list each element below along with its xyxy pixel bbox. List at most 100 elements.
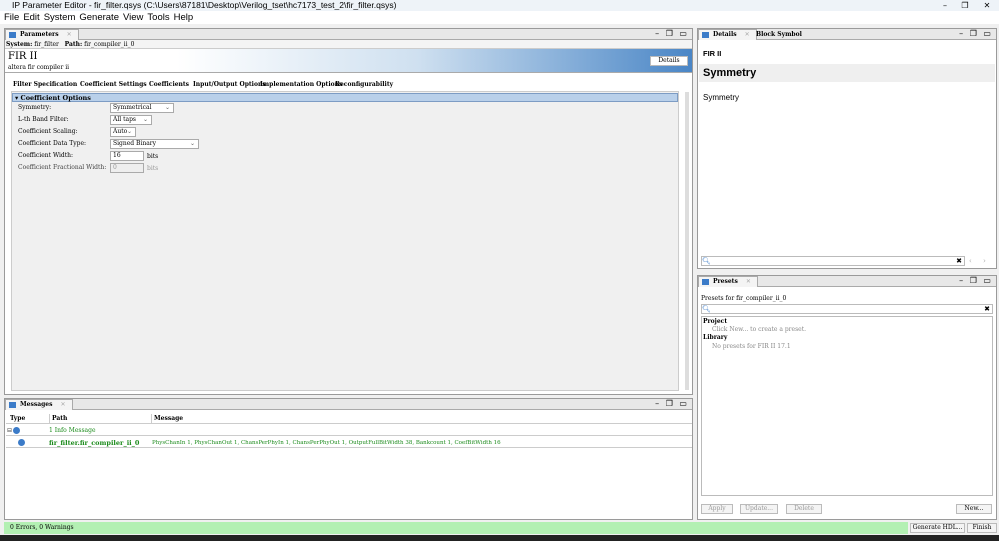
menu-bar: File Edit System Generate View Tools Help xyxy=(0,11,999,24)
symmetry-label: Symmetry: xyxy=(18,104,52,111)
delete-button[interactable]: Delete xyxy=(786,504,822,514)
ip-title: FIR II xyxy=(8,51,38,62)
symmetry-select[interactable]: Symmetrical ⌄ xyxy=(110,103,174,113)
message-path: fir_filter.fir_compiler_ii_0 xyxy=(49,439,140,447)
tab-coefficients[interactable]: Coefficients xyxy=(149,80,189,90)
system-label: System: xyxy=(6,41,33,48)
scrollbar[interactable] xyxy=(685,92,689,390)
maximize-button[interactable]: ❐ xyxy=(955,0,975,11)
coefficient-fractional-width-input[interactable]: 0 xyxy=(110,163,144,173)
window-controls[interactable]: – ❐ ▭ xyxy=(655,29,689,39)
project-hint: Click New... to create a preset. xyxy=(712,326,807,333)
clear-icon[interactable]: ✖ xyxy=(956,257,962,265)
close-icon[interactable]: ✕ xyxy=(746,278,751,285)
new-preset-button[interactable]: New... xyxy=(956,504,992,514)
select-value: Symmetrical xyxy=(113,104,152,111)
tab-input-output-options[interactable]: Input/Output Options xyxy=(193,80,266,90)
details-panel: Details ✕ Block Symbol – ❐ ▭ FIR II Symmetr… xyxy=(697,28,997,269)
tab-filter-specification[interactable]: Filter Specification xyxy=(13,80,77,90)
menu-view[interactable]: View xyxy=(123,12,143,23)
coefficient-scaling-select[interactable]: Auto ⌄ xyxy=(110,127,136,137)
info-icon xyxy=(13,427,20,434)
details-button[interactable]: Details xyxy=(650,56,688,66)
column-path[interactable]: Path xyxy=(49,414,67,424)
close-button[interactable]: ✕ xyxy=(977,0,997,11)
update-button[interactable]: Update... xyxy=(740,504,778,514)
bits-unit: bits xyxy=(147,153,159,160)
message-text: PhysChanIn 1, PhysChanOut 1, ChansPerPhy… xyxy=(152,440,501,446)
taskbar xyxy=(0,535,999,541)
tab-block-symbol[interactable]: Block Symbol xyxy=(756,31,802,38)
coefficient-width-label: Coefficient Width: xyxy=(18,152,74,159)
generate-hdl-button[interactable]: Generate HDL... xyxy=(910,523,965,533)
section-coefficient-options[interactable]: ▾ Coefficient Options xyxy=(12,93,678,102)
tab-presets[interactable]: Presets ✕ xyxy=(698,276,758,287)
system-value: fir_filter xyxy=(34,41,59,48)
tab-messages[interactable]: Messages ✕ xyxy=(5,399,73,410)
menu-help[interactable]: Help xyxy=(174,12,194,23)
presets-search-input[interactable]: 🔍︎ ✖ xyxy=(701,304,993,314)
ip-subtitle: altera fir compiler ii xyxy=(8,64,70,71)
tree-project[interactable]: Project xyxy=(703,318,727,325)
tab-parameters[interactable]: Parameters ✕ xyxy=(5,29,79,40)
presets-icon xyxy=(702,279,709,285)
info-icon xyxy=(18,439,25,446)
messages-panel: Messages ✕ – ❐ ▭ Type Path Message ⊟ 1 Inf… xyxy=(4,398,693,520)
window-controls[interactable]: – ❐ ▭ xyxy=(655,399,689,409)
menu-edit[interactable]: Edit xyxy=(23,12,39,23)
column-type[interactable]: Type xyxy=(10,414,25,424)
menu-generate[interactable]: Generate xyxy=(79,12,119,23)
summary-text: 1 Info Message xyxy=(49,427,96,434)
details-crumb: FIR II xyxy=(703,49,722,58)
search-icon: 🔍︎ xyxy=(702,257,711,265)
chevron-down-icon: ⌄ xyxy=(142,116,148,123)
tab-label: Presets xyxy=(713,278,738,285)
tab-implementation-options[interactable]: Implementation Options xyxy=(260,80,342,90)
menu-system[interactable]: System xyxy=(44,12,76,23)
column-message[interactable]: Message xyxy=(151,414,183,424)
finish-button[interactable]: Finish xyxy=(967,523,997,533)
presets-tree: Project Click New... to create a preset.… xyxy=(701,316,993,496)
details-search-input[interactable]: 🔍︎ ✖ xyxy=(701,256,965,266)
tab-reconfigurability[interactable]: Reconfigurability xyxy=(335,80,393,90)
close-icon[interactable]: ✕ xyxy=(745,31,750,38)
window-controls[interactable]: – ❐ ▭ xyxy=(959,29,993,39)
coefficient-data-type-select[interactable]: Signed Binary ⌄ xyxy=(110,139,199,149)
chevron-down-icon: ⌄ xyxy=(126,128,132,135)
clear-icon[interactable]: ✖ xyxy=(984,305,990,313)
prev-icon[interactable]: ‹ xyxy=(969,257,972,265)
tab-label: Messages xyxy=(20,401,53,408)
path-value: fir_compiler_ii_0 xyxy=(84,41,135,48)
details-icon xyxy=(702,32,709,38)
lth-band-filter-select[interactable]: All taps ⌄ xyxy=(110,115,152,125)
coefficient-width-input[interactable]: 16 xyxy=(110,151,144,161)
close-icon[interactable]: ✕ xyxy=(61,401,66,408)
apply-button[interactable]: Apply xyxy=(701,504,733,514)
tree-library[interactable]: Library xyxy=(703,334,727,341)
presets-panel: Presets ✕ – ❐ ▭ Presets for fir_compiler_i… xyxy=(697,275,997,520)
close-icon[interactable]: ✕ xyxy=(67,31,72,38)
chevron-down-icon: ⌄ xyxy=(164,104,170,111)
collapse-icon[interactable]: ⊟ xyxy=(7,426,12,436)
bits-unit: bits xyxy=(147,165,159,172)
details-body: Symmetry xyxy=(703,93,739,102)
minimize-button[interactable]: – xyxy=(935,0,955,11)
table-row[interactable]: ⊟ 1 Info Message xyxy=(6,426,692,436)
tab-details[interactable]: Details ✕ xyxy=(698,29,757,40)
window-controls[interactable]: – ❐ ▭ xyxy=(959,276,993,286)
window-title: IP Parameter Editor - fir_filter.qsys (C… xyxy=(0,0,999,11)
library-hint: No presets for FIR II 17.1 xyxy=(712,343,791,350)
menu-file[interactable]: File xyxy=(4,12,19,23)
tab-label: Details xyxy=(713,31,737,38)
coefficient-scaling-label: Coefficient Scaling: xyxy=(18,128,78,135)
details-heading: Symmetry xyxy=(699,64,995,82)
parameters-icon xyxy=(9,32,16,38)
search-icon: 🔍︎ xyxy=(702,305,711,313)
select-value: Auto xyxy=(113,128,128,135)
menu-tools[interactable]: Tools xyxy=(147,12,169,23)
next-icon[interactable]: › xyxy=(983,257,986,265)
table-row[interactable]: fir_filter.fir_compiler_ii_0 PhysChanIn … xyxy=(6,438,692,448)
tab-label: Parameters xyxy=(20,31,59,38)
lth-band-filter-label: L-th Band Filter: xyxy=(18,116,69,123)
tab-coefficient-settings[interactable]: Coefficient Settings xyxy=(80,80,147,90)
